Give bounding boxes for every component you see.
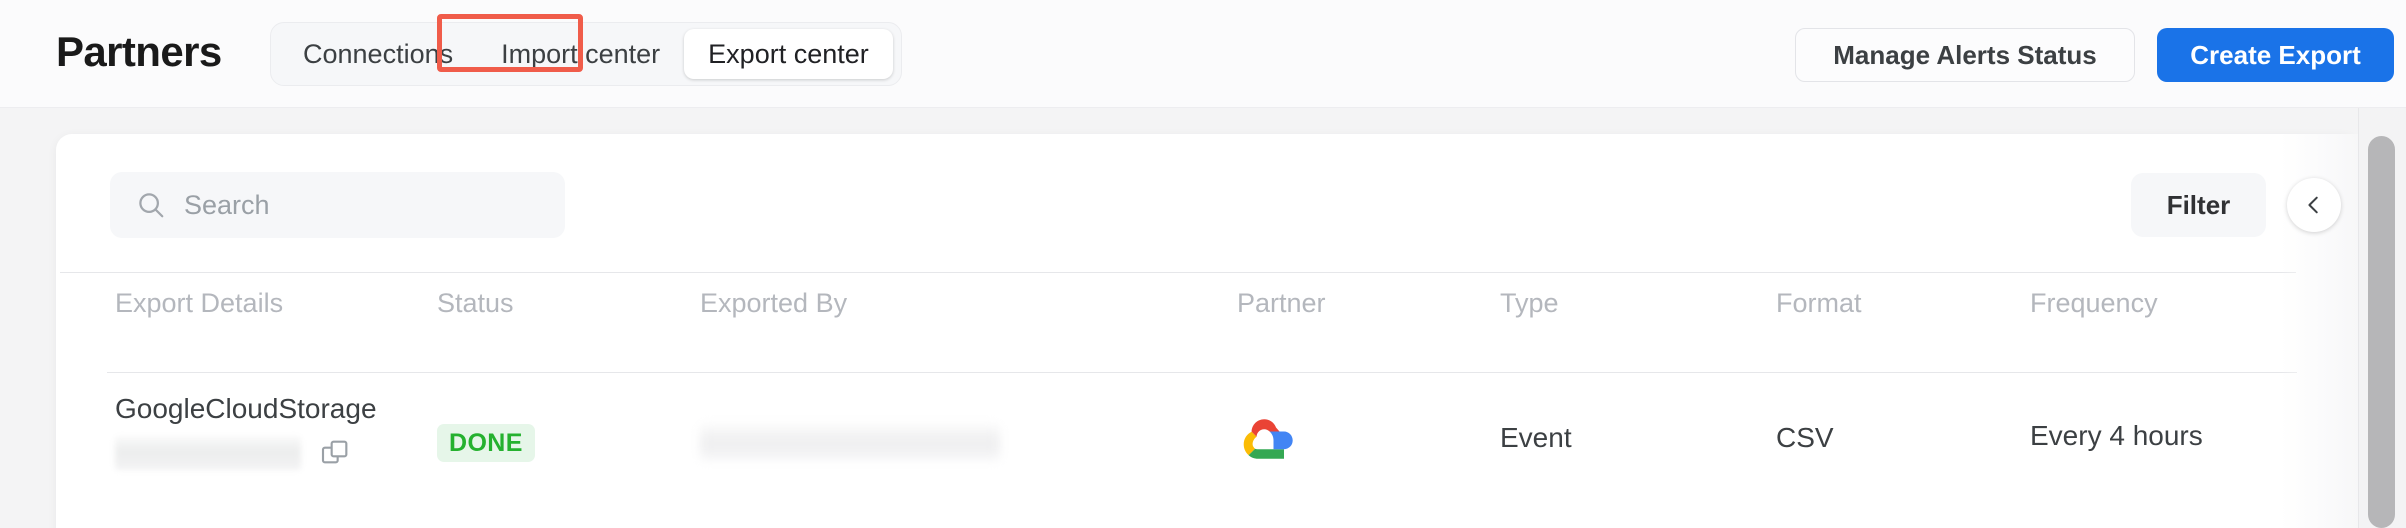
collapse-panel-button[interactable] bbox=[2287, 178, 2341, 232]
google-cloud-icon bbox=[1243, 419, 1293, 459]
search-icon bbox=[139, 193, 164, 218]
copy-icon[interactable] bbox=[319, 437, 351, 469]
table-header-divider bbox=[107, 372, 2297, 373]
column-header-export-details: Export Details bbox=[115, 288, 284, 318]
manage-alerts-status-button[interactable]: Manage Alerts Status bbox=[1795, 28, 2135, 82]
filter-button[interactable]: Filter bbox=[2131, 173, 2266, 237]
app-root: Partners Connections Import center Expor… bbox=[0, 0, 2406, 528]
search-placeholder: Search bbox=[184, 189, 270, 220]
page-header: Partners Connections Import center Expor… bbox=[0, 0, 2406, 108]
table-row[interactable]: GoogleCloudStorage DONE Event CSV Every … bbox=[0, 392, 2302, 528]
cell-type: Event bbox=[1500, 422, 1572, 453]
export-id-redacted-value bbox=[115, 436, 301, 470]
chevron-left-icon bbox=[2308, 196, 2318, 214]
cell-format: CSV bbox=[1776, 422, 1834, 453]
cell-export-details: GoogleCloudStorage bbox=[115, 392, 377, 470]
column-header-frequency: Frequency bbox=[2030, 288, 2158, 318]
vertical-scrollbar-thumb[interactable] bbox=[2368, 136, 2395, 528]
tab-group: Connections Import center Export center bbox=[270, 22, 902, 86]
toolbar-divider bbox=[60, 272, 2296, 273]
status-badge: DONE bbox=[437, 424, 535, 462]
column-header-status: Status bbox=[437, 288, 514, 318]
column-header-format: Format bbox=[1776, 288, 1862, 318]
cell-exported-by-redacted-value bbox=[700, 424, 1000, 460]
tab-export-center[interactable]: Export center bbox=[684, 29, 893, 79]
page-title: Partners bbox=[56, 28, 222, 75]
column-header-exported-by: Exported By bbox=[700, 288, 848, 318]
column-header-type: Type bbox=[1500, 288, 1559, 318]
search-input[interactable]: Search bbox=[110, 172, 565, 238]
create-export-button[interactable]: Create Export bbox=[2157, 28, 2394, 82]
export-id-row bbox=[115, 436, 377, 470]
cell-frequency: Every 4 hours bbox=[2030, 420, 2203, 451]
cell-partner bbox=[1243, 414, 1301, 464]
table-header-row: Export Details Status Exported By Partne… bbox=[0, 288, 2302, 364]
tab-import-center[interactable]: Import center bbox=[477, 29, 684, 79]
tab-connections[interactable]: Connections bbox=[279, 29, 477, 79]
column-header-partner: Partner bbox=[1237, 288, 1326, 318]
export-name-label: GoogleCloudStorage bbox=[115, 393, 377, 424]
